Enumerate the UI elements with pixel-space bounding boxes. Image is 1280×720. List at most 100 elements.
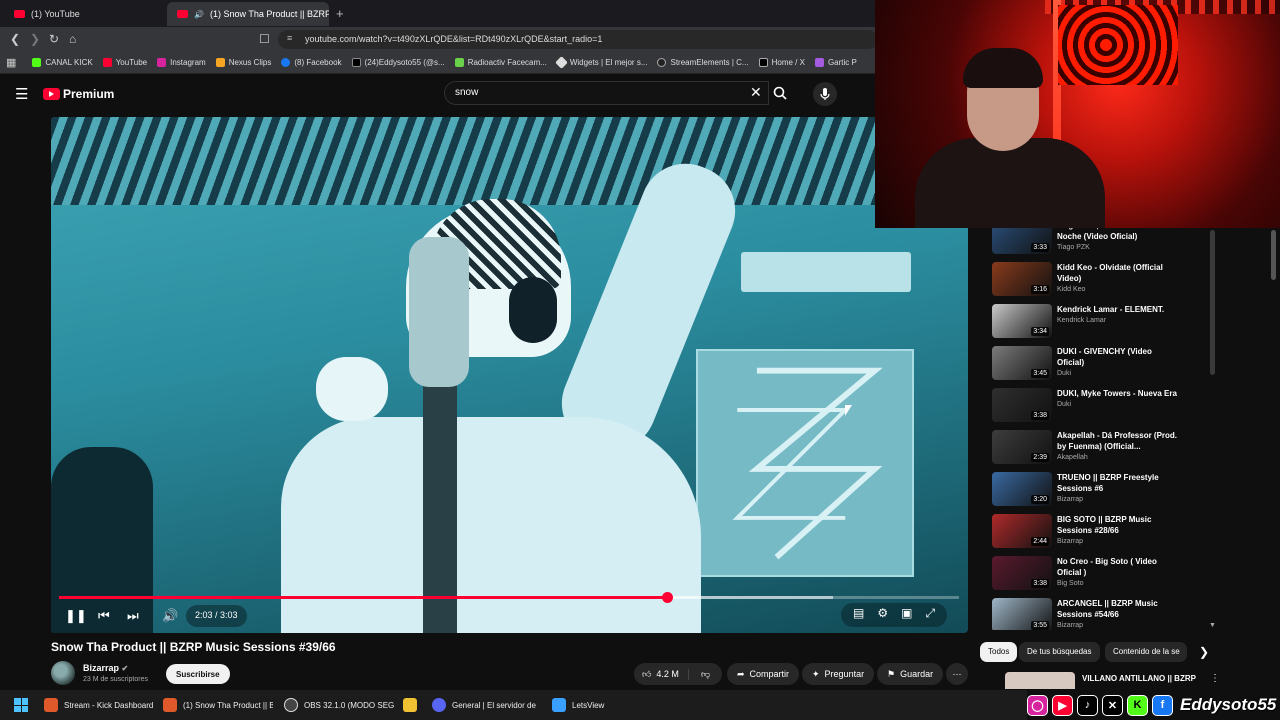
sidebar-video-item[interactable]: 3:34 Kendrick Lamar - ELEMENT. Kendrick La… <box>992 304 1212 344</box>
fullscreen-icon[interactable]: ⤢ <box>925 606 935 624</box>
channel-name[interactable]: Bizarrap ✔ <box>83 663 128 673</box>
chip-content[interactable]: Contenido de la se <box>1105 642 1187 662</box>
tiktok-icon: ♪ <box>1077 694 1098 716</box>
video-duration: 3:20 <box>1031 495 1049 504</box>
settings-gear-icon[interactable]: ⚙ <box>877 606 888 624</box>
bookmark-radioactiv[interactable]: Radioactiv Facecam... <box>454 58 547 67</box>
back-icon[interactable]: ❮ <box>10 32 20 46</box>
bookmark-widgets[interactable]: Widgets | El mejor s... <box>554 56 647 69</box>
subscribe-button[interactable]: Suscribirse <box>166 664 230 684</box>
menu-icon[interactable]: ☰ <box>15 85 28 103</box>
bookmark-youtube[interactable]: YouTube <box>102 58 147 67</box>
clear-search-icon[interactable]: ✕ <box>750 84 762 101</box>
social-handles-overlay: ◯ ▶ ♪ ✕ K f Eddysoto55 <box>1027 690 1280 720</box>
video-channel: Tiago PZK <box>1057 244 1090 251</box>
taskbar-item-obs[interactable]: OBS 32.1.0 (MODO SEGU <box>284 694 394 716</box>
ask-button[interactable]: ✦ Preguntar <box>802 663 875 685</box>
instagram-icon <box>157 58 167 67</box>
sidebar-video-item[interactable]: 3:16 Kidd Keo - Olvidate (Official Video)… <box>992 262 1212 302</box>
reload-icon[interactable]: ↻ <box>49 32 59 46</box>
forward-icon[interactable]: ❯ <box>30 32 40 46</box>
url-field[interactable]: ≡ youtube.com/watch?v=t490zXLrQDE&list=R… <box>278 30 878 49</box>
bookmark-gartic[interactable]: Gartic P <box>814 58 857 67</box>
sparkle-icon: ✦ <box>812 668 820 679</box>
facebook-icon: f <box>1152 694 1173 716</box>
video-thumbnail: 3:16 <box>992 262 1052 296</box>
next-up-item[interactable]: VILLANO ANTILLANO || BZRP <box>1005 672 1210 689</box>
home-icon[interactable]: ⌂ <box>69 32 76 46</box>
chip-from-searches[interactable]: De tus búsquedas <box>1019 642 1100 662</box>
brave-icon <box>163 698 177 712</box>
youtube-premium-logo[interactable]: Premium <box>43 87 114 101</box>
bookmark-icon[interactable]: ☐ <box>259 32 270 46</box>
video-channel: Duki <box>1057 370 1072 377</box>
logo-text: Premium <box>63 87 115 101</box>
bookmark-nexus-clips[interactable]: Nexus Clips <box>215 58 271 67</box>
miniplayer-icon[interactable]: ▣ <box>901 606 912 624</box>
progress-bar[interactable] <box>59 592 959 603</box>
taskbar-item-youtube[interactable]: (1) Snow Tha Product || B <box>163 694 273 716</box>
video-thumbnail: 3:55 <box>992 598 1052 630</box>
thumbs-down-icon[interactable]: 👎︎ <box>694 669 710 680</box>
sidebar-video-item[interactable]: 2:39 Akapellah - Dá Professor (Prod. by F… <box>992 430 1212 470</box>
sidebar-scrollbar[interactable] <box>1210 230 1215 375</box>
channel-avatar[interactable] <box>51 661 75 685</box>
more-actions-button[interactable]: ⋯ <box>946 663 968 685</box>
bookmark-streamelements[interactable]: StreamElements | C... <box>657 58 749 67</box>
share-button[interactable]: ➦ Compartir <box>727 663 800 685</box>
video-duration: 3:45 <box>1031 369 1049 378</box>
page-scrollbar[interactable] <box>1271 230 1276 280</box>
sidebar-video-item[interactable]: 3:38 No Creo - Big Soto ( Video Oficial )… <box>992 556 1212 596</box>
more-vert-icon[interactable]: ⋮ <box>1210 673 1220 684</box>
streamer-handle: Eddysoto55 <box>1180 695 1277 714</box>
raised-fist <box>316 357 388 421</box>
sidebar-video-item[interactable]: 3:38 DUKI, Myke Towers - Nueva Era Duki <box>992 388 1212 428</box>
sidebar-video-item[interactable]: 3:55 ARCANGEL || BZRP Music Sessions #54/… <box>992 598 1212 630</box>
headphones <box>509 277 557 343</box>
taskbar-item-kick-dashboard[interactable]: Stream - Kick Dashboard <box>44 694 154 716</box>
video-duration: 3:38 <box>1031 411 1049 420</box>
video-player[interactable]: ❚❚ ⏮ ⏭ 🔊 2:03 / 3:03 ▤ ⚙ ▣ ⤢ <box>51 117 968 633</box>
bookmark-tiktok[interactable]: (24)Eddysoto55 (@s... <box>351 58 445 67</box>
widgets-icon <box>554 56 568 69</box>
windows-start-icon[interactable] <box>14 698 28 712</box>
sidebar-video-item[interactable]: 3:45 DUKI - GIVENCHY (Video Oficial) Duki <box>992 346 1212 386</box>
radioactiv-icon <box>454 58 464 67</box>
search-input[interactable]: snow <box>444 81 769 105</box>
voice-search-button[interactable] <box>813 82 837 106</box>
scroll-down-icon[interactable]: ▼ <box>1209 622 1216 629</box>
subtitles-icon[interactable]: ▤ <box>853 606 864 624</box>
letsview-icon <box>552 698 566 712</box>
save-button[interactable]: ⚑ Guardar <box>877 663 944 685</box>
pause-icon[interactable]: ❚❚ <box>65 608 87 624</box>
subscriber-count: 23 M de suscriptores <box>83 676 148 683</box>
taskbar-item-file-explorer[interactable] <box>403 694 423 716</box>
previous-icon[interactable]: ⏮ <box>98 608 110 624</box>
youtube-logo-icon <box>43 88 60 100</box>
chevron-right-icon[interactable]: ❯ <box>1199 645 1209 659</box>
apps-grid-icon[interactable]: ▦ <box>6 56 16 69</box>
sidebar-video-item[interactable]: 3:33 Tiago PZK, Trueno - Salimo de Noche … <box>992 228 1212 260</box>
sidebar-video-item[interactable]: 2:44 BIG SOTO || BZRP Music Sessions #28/… <box>992 514 1212 554</box>
new-tab-button[interactable]: + <box>336 6 344 21</box>
tab-snow-tha-product[interactable]: 🔊 (1) Snow Tha Product || BZRP × <box>167 2 329 26</box>
taskbar-item-letsview[interactable]: LetsView <box>552 694 632 716</box>
sidebar-video-item[interactable]: 3:20 TRUENO || BZRP Freestyle Sessions #6… <box>992 472 1212 512</box>
next-icon[interactable]: ⏭ <box>127 608 139 624</box>
site-info-icon[interactable]: ≡ <box>287 33 292 43</box>
tab-youtube[interactable]: (1) YouTube <box>4 2 164 26</box>
video-duration: 3:16 <box>1031 285 1049 294</box>
bookmark-facebook[interactable]: (8) Facebook <box>281 58 342 67</box>
volume-icon[interactable]: 🔊 <box>162 608 178 624</box>
bookmark-instagram[interactable]: Instagram <box>157 58 206 67</box>
like-button[interactable]: 👍︎ 4.2 M <box>634 668 689 680</box>
bookmark-canal-kick[interactable]: CANAL KICK <box>32 58 93 67</box>
chip-all[interactable]: Todos <box>980 642 1018 662</box>
bookmark-x[interactable]: Home / X <box>758 58 805 67</box>
search-icon[interactable] <box>773 86 787 100</box>
like-count: 4.2 M <box>656 669 679 679</box>
search-value: snow <box>455 87 479 98</box>
studio-wall-pattern <box>51 117 968 205</box>
video-thumbnail: 3:20 <box>992 472 1052 506</box>
taskbar-item-discord[interactable]: General | El servidor de <box>432 694 542 716</box>
